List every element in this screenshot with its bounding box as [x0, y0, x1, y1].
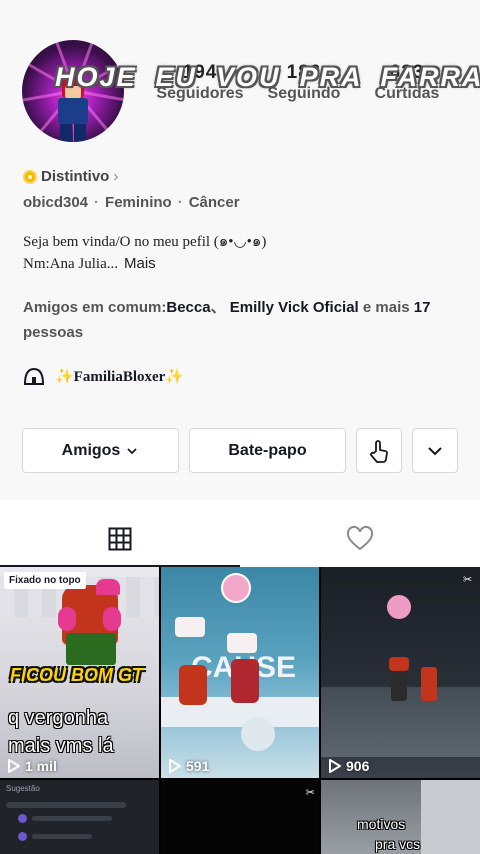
video-caption-line-1: q vergonha — [8, 707, 109, 729]
friends-button[interactable]: Amigos — [22, 428, 179, 473]
more-options-button[interactable] — [412, 428, 458, 473]
zodiac-sign: Câncer — [188, 194, 240, 211]
gender: Feminino — [105, 194, 172, 211]
video-thumbnail[interactable]: ✂ 906 — [321, 567, 480, 778]
family-group-link[interactable]: ✨FamiliaBloxer✨ — [23, 366, 184, 386]
capcut-logo-icon: ✂ — [463, 574, 473, 586]
chat-button[interactable]: Bate-papo — [189, 428, 346, 473]
pinned-badge: Fixado no topo — [4, 572, 86, 589]
profile-meta: obicd304 · Feminino · Câncer — [23, 194, 240, 211]
mutual-friends-suffix: pessoas — [23, 324, 84, 341]
mutual-friends-mid: e mais — [358, 299, 414, 316]
mutual-friends-count: 17 — [413, 299, 431, 316]
friends-button-label: Amigos — [61, 441, 121, 459]
tab-videos[interactable] — [0, 510, 240, 567]
play-icon — [8, 759, 20, 773]
hand-pointer-icon — [370, 439, 388, 463]
view-count: 906 — [328, 758, 369, 774]
bio-line-2: Nm:Ana Julia... — [23, 256, 118, 272]
play-icon — [329, 759, 341, 773]
profile-tabs — [0, 510, 480, 567]
share-profile-button[interactable] — [356, 428, 402, 473]
chevron-down-icon — [428, 446, 442, 455]
chevron-down-icon — [127, 447, 137, 454]
chat-button-label: Bate-papo — [228, 441, 307, 459]
badge-icon — [23, 169, 37, 184]
view-count-value: 906 — [346, 758, 370, 774]
mutual-friends[interactable]: Amigos em comum:Becca、 Emilly Vick Ofici… — [23, 295, 463, 345]
capcut-logo-icon: ✂ — [305, 787, 315, 799]
video-thumbnail[interactable]: Sugestão — [0, 780, 159, 854]
video-thumbnail[interactable]: motivos pra vcs — [321, 780, 480, 854]
group-dome-icon — [23, 367, 45, 385]
grid-icon — [108, 527, 132, 550]
video-caption-top: FICOU BOM GT — [10, 665, 143, 685]
video-grid: Fixado no topo FICOU BOM GT q vergonha m… — [0, 567, 480, 854]
view-count-value: 591 — [186, 758, 210, 774]
bio-more-link[interactable]: Mais — [124, 255, 156, 272]
bio: Seja bem vinda/O no meu pefil (๑•◡•๑) Nm… — [23, 231, 266, 275]
video-thumbnail[interactable]: ✂ — [161, 780, 319, 854]
view-count: 1 mil — [7, 758, 57, 774]
overlay-caption-text: HOJE EU VOU PRA FARRA — [55, 62, 480, 92]
badge-link[interactable]: Distintivo › — [23, 168, 118, 185]
video-caption-line-2: pra vcs — [375, 836, 421, 852]
bio-line-1: Seja bem vinda/O no meu pefil (๑•◡•๑) — [23, 234, 267, 250]
mutual-friend-2: Emilly Vick Oficial — [229, 299, 359, 316]
video-header-text: Sugestão — [6, 784, 40, 793]
view-count: 591 — [168, 758, 209, 774]
video-thumbnail[interactable]: CAUSE 591 — [161, 567, 319, 778]
badge-label: Distintivo — [41, 168, 110, 185]
heart-outline-icon — [346, 525, 374, 550]
video-thumbnail[interactable]: Fixado no topo FICOU BOM GT q vergonha m… — [0, 567, 159, 778]
video-caption-line-2: mais vms lá — [8, 735, 114, 757]
view-count-value: 1 mil — [25, 758, 57, 774]
play-icon — [169, 759, 181, 773]
video-caption-line-1: motivos — [357, 816, 406, 832]
family-label: ✨FamiliaBloxer✨ — [55, 368, 185, 385]
username: obicd304 — [23, 194, 89, 211]
tab-liked[interactable] — [240, 510, 480, 567]
mutual-friends-prefix: Amigos em comum: — [23, 299, 167, 316]
chevron-right-icon: › — [113, 168, 119, 185]
mutual-friends-separator: 、 — [210, 299, 226, 316]
mutual-friend-1: Becca — [166, 299, 211, 316]
